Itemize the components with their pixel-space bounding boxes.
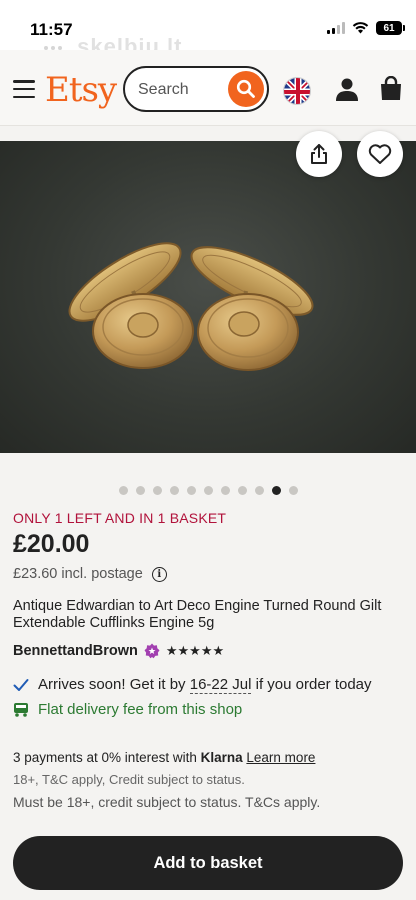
etsy-logo[interactable]: Etsy: [45, 70, 117, 110]
status-icons: 61: [327, 21, 405, 35]
search-icon: [236, 79, 255, 98]
add-to-basket-button[interactable]: Add to basket: [13, 836, 403, 890]
shop-name-link[interactable]: BennettandBrown: [13, 643, 138, 659]
search-placeholder: Search: [138, 81, 189, 98]
delivery-dates[interactable]: 16-22 Jul: [189, 676, 252, 694]
star-icon: ★: [177, 643, 190, 658]
rating-stars[interactable]: ★★★★★: [166, 643, 224, 659]
carousel-dot[interactable]: [186, 486, 196, 495]
klarna-payments: 3 payments at 0% interest with Klarna Le…: [13, 750, 315, 765]
carousel-dot[interactable]: [135, 486, 145, 495]
flat-delivery-row: Flat delivery fee from this shop: [13, 701, 242, 718]
klarna-brand: Klarna: [200, 750, 243, 765]
shop-row: BennettandBrown ★★★★★: [13, 643, 224, 659]
checkmark-icon: [13, 678, 29, 691]
credit-terms: Must be 18+, credit subject to status. T…: [13, 794, 321, 810]
carousel-dot[interactable]: [254, 486, 264, 495]
share-button[interactable]: [296, 131, 342, 177]
carousel-dot[interactable]: [152, 486, 162, 495]
postage-price: £23.60 incl. postage: [13, 566, 143, 582]
battery-icon: 61: [376, 21, 405, 35]
arrives-suffix: if you order today: [255, 676, 372, 693]
klarna-prefix: 3 payments at 0% interest with: [13, 750, 197, 765]
arrives-prefix: Arrives soon! Get it by: [38, 676, 186, 693]
carousel-dot[interactable]: [220, 486, 230, 495]
star-icon: ★: [165, 643, 178, 658]
flat-delivery-text: Flat delivery fee from this shop: [38, 701, 243, 718]
signal-icon: [327, 22, 345, 34]
search-input[interactable]: Search: [123, 66, 269, 112]
user-icon[interactable]: [335, 77, 359, 103]
price: £20.00: [13, 530, 90, 558]
shopping-bag-icon[interactable]: [379, 76, 403, 102]
learn-more-link[interactable]: Learn more: [246, 750, 315, 765]
postage-price-row: £23.60 incl. postage i: [13, 566, 167, 582]
share-icon: [311, 144, 327, 164]
image-carousel-dots: [0, 486, 416, 495]
carousel-dot[interactable]: [271, 486, 281, 495]
carousel-dot[interactable]: [288, 486, 298, 495]
star-icon: ★: [200, 643, 213, 658]
star-seller-badge-icon: [144, 643, 160, 659]
wifi-icon: [352, 22, 369, 34]
info-icon[interactable]: i: [151, 566, 167, 582]
star-icon: ★: [189, 643, 201, 658]
klarna-terms-small: 18+, T&C apply, Credit subject to status…: [13, 772, 245, 787]
menu-icon[interactable]: [13, 80, 35, 98]
carousel-dot[interactable]: [237, 486, 247, 495]
search-button[interactable]: [228, 71, 264, 107]
product-title: Antique Edwardian to Art Deco Engine Tur…: [13, 598, 382, 631]
star-icon: ★: [212, 643, 225, 658]
delivery-truck-icon: [14, 703, 28, 717]
delivery-estimate: Arrives soon! Get it by 16-22 Jul if you…: [13, 676, 372, 694]
stock-notice: ONLY 1 LEFT AND IN 1 BASKET: [13, 510, 227, 526]
header: Etsy Search: [0, 50, 416, 126]
product-image[interactable]: [0, 141, 416, 453]
uk-flag-icon[interactable]: [283, 77, 311, 105]
cufflinks-photo: [68, 242, 314, 371]
carousel-dot[interactable]: [118, 486, 128, 495]
carousel-dot[interactable]: [203, 486, 213, 495]
favorite-button[interactable]: [357, 131, 403, 177]
heart-icon: [368, 144, 392, 164]
carousel-dot[interactable]: [169, 486, 179, 495]
